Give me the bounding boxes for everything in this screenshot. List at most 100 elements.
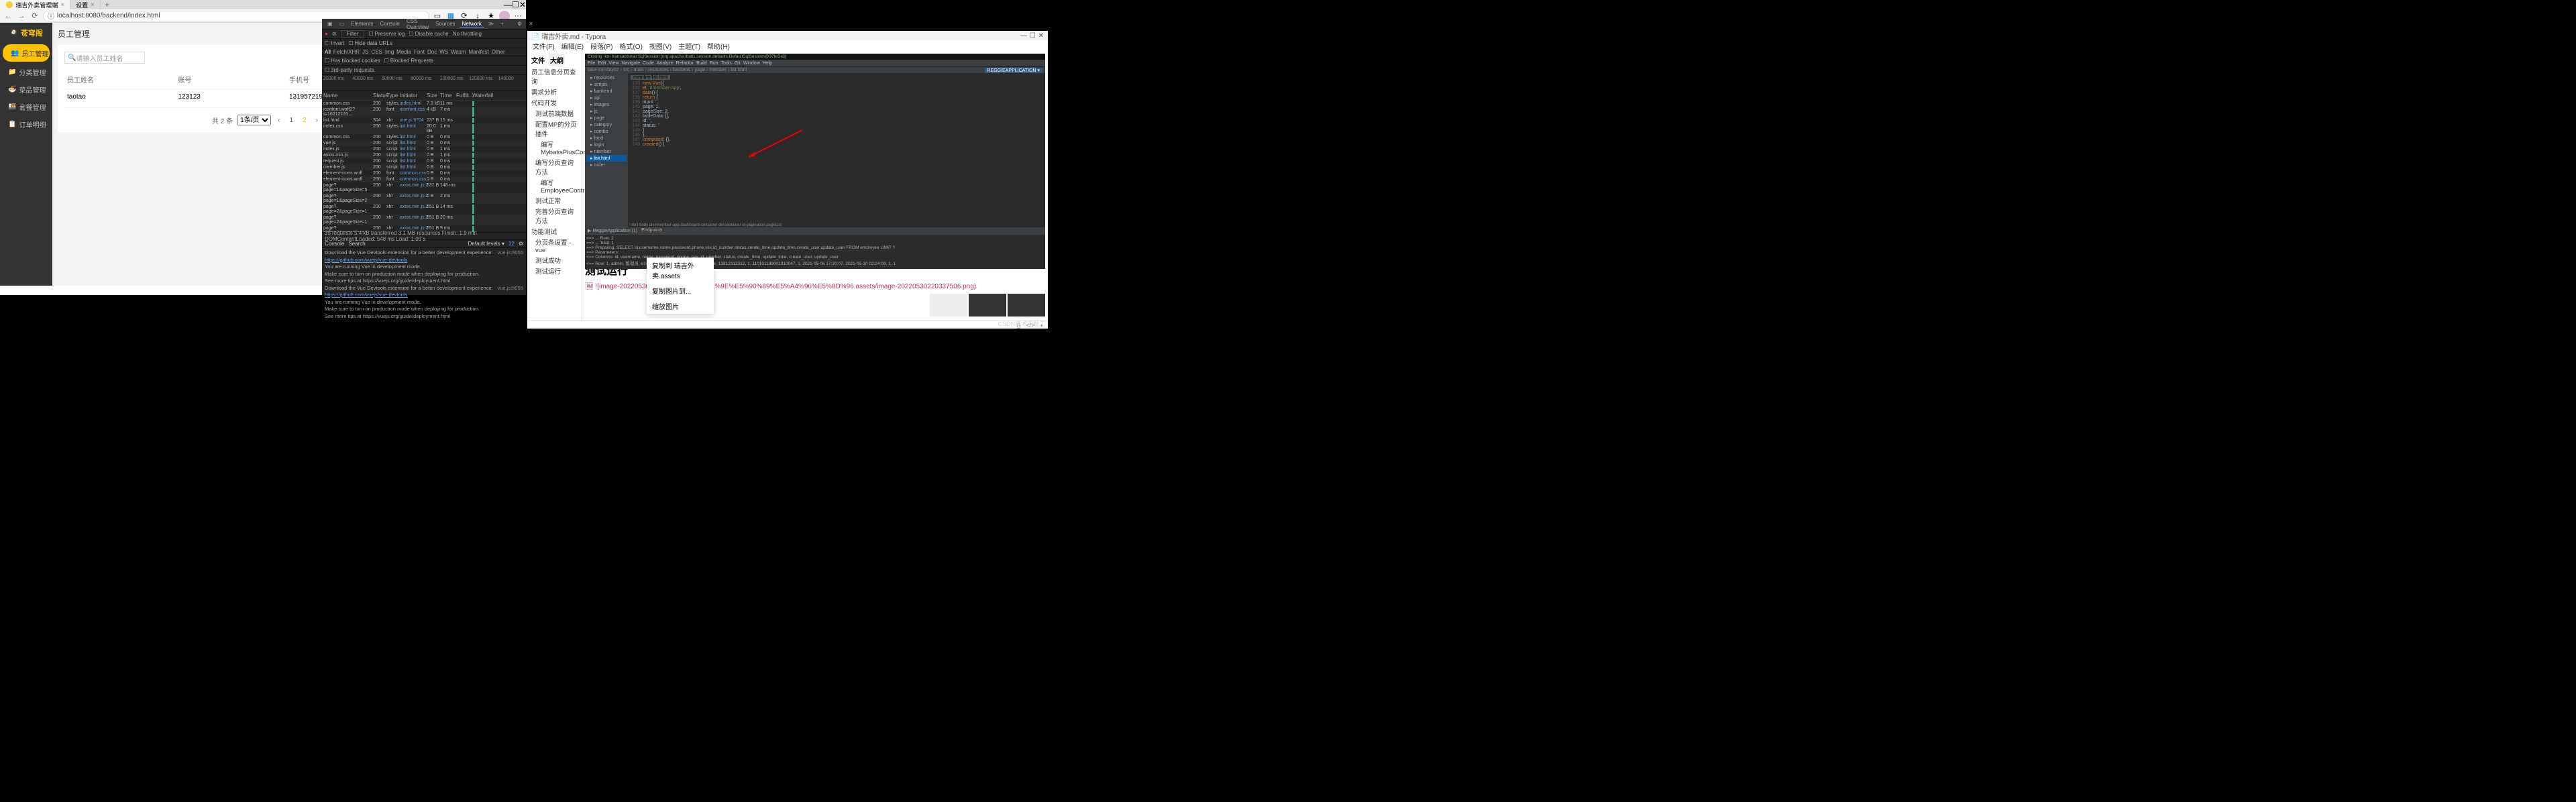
dt-tab[interactable]: Console: [377, 21, 402, 27]
clear-button[interactable]: ⊘: [332, 31, 337, 37]
filter-other[interactable]: Other: [492, 49, 505, 55]
search-tab[interactable]: Search: [348, 241, 365, 247]
outline-tab-files[interactable]: 文件: [530, 54, 546, 66]
editor-area[interactable]: Closing non transactional SqlSession [or…: [582, 51, 1048, 321]
menu-item[interactable]: 帮助(H): [704, 41, 733, 51]
outline-item[interactable]: 分页条设置 - vue: [530, 237, 579, 255]
menu-item[interactable]: 复制图片到...: [647, 283, 714, 298]
network-row[interactable]: page?page=1&pageSize=5200xhraxios.min.js…: [322, 182, 526, 193]
preserve-log-check[interactable]: ☐ Preserve log: [368, 31, 405, 37]
outline-item[interactable]: 编写EmployeeController: [530, 177, 579, 195]
thumbnail[interactable]: [1008, 294, 1045, 317]
network-row[interactable]: request.js200scriptlist.html0 B0 ms: [322, 158, 526, 164]
inspect-icon[interactable]: ▣: [325, 21, 335, 27]
network-row[interactable]: index.js200scriptlist.html0 B1 ms: [322, 146, 526, 152]
dt-tab[interactable]: Elements: [348, 21, 376, 27]
dt-tab-more[interactable]: ≫: [486, 21, 496, 27]
menu-item[interactable]: 复制到 瑞吉外卖.assets: [647, 257, 714, 283]
info-icon[interactable]: ⓘ: [48, 11, 54, 21]
tab-2[interactable]: 设置×: [70, 0, 101, 9]
close-button[interactable]: ✕: [519, 0, 526, 9]
sidebar-item[interactable]: 🍜菜品管理: [0, 80, 52, 98]
page-2[interactable]: 2: [300, 115, 309, 125]
blocked-req-check[interactable]: ☐ Blocked Requests: [384, 58, 434, 64]
network-row[interactable]: member.js200scriptlist.html0 B0 ms: [322, 164, 526, 170]
close-icon[interactable]: ✕: [526, 21, 536, 27]
outline-item[interactable]: 测试成功: [530, 255, 579, 266]
outline-item[interactable]: 测试正常: [530, 195, 579, 206]
menu-item[interactable]: 段落(P): [588, 41, 615, 51]
filter-js[interactable]: JS: [362, 49, 368, 55]
issues-badge[interactable]: 12: [508, 241, 515, 247]
maximize-button[interactable]: ☐: [1030, 32, 1036, 40]
network-row[interactable]: common.css200styles...index.html7.3 kB11…: [322, 101, 526, 107]
back-button[interactable]: ←: [3, 11, 13, 21]
thumbnail[interactable]: [969, 294, 1006, 317]
maximize-button[interactable]: ☐: [512, 0, 519, 9]
network-row[interactable]: page?page=2&pageSize=1200xhraxios.min.js…: [322, 215, 526, 225]
sidebar-item[interactable]: 👥员工管理: [3, 44, 50, 62]
outline-item[interactable]: 编写MybatisPlusConfig: [530, 139, 579, 157]
filter-fetch/xhr[interactable]: Fetch/XHR: [333, 49, 360, 55]
outline-item[interactable]: 编写分页查询方法: [530, 157, 579, 177]
filter-media[interactable]: Media: [396, 49, 411, 55]
dt-tab-network[interactable]: Network: [460, 21, 484, 27]
blocked-cookies-check[interactable]: ☐ Has blocked cookies: [325, 58, 380, 64]
network-row[interactable]: axios.min.js200scriptlist.html0 B1 ms: [322, 152, 526, 158]
reload-button[interactable]: ⟳: [30, 11, 40, 21]
outline-item[interactable]: 功能测试: [530, 226, 579, 237]
outline-item[interactable]: 测试前端数据: [530, 108, 579, 119]
page-1[interactable]: 1: [287, 115, 297, 125]
menu-item[interactable]: 缩放图片: [647, 298, 714, 314]
settings-icon[interactable]: ⚙: [519, 241, 523, 247]
filter-wasm[interactable]: Wasm: [451, 49, 466, 55]
filter-img[interactable]: Img: [385, 49, 394, 55]
menu-item[interactable]: 格式(O): [616, 41, 645, 51]
network-row[interactable]: common.css200styles...list.html0 B0 ms: [322, 134, 526, 140]
menu-item[interactable]: 主题(T): [676, 41, 703, 51]
settings-icon[interactable]: ⚙: [515, 21, 525, 27]
outline-item[interactable]: 配置MP的分页插件: [530, 119, 579, 139]
prev-page[interactable]: ‹: [275, 115, 282, 125]
outline-item[interactable]: 测试运行: [530, 266, 579, 276]
dt-tab[interactable]: CSS Overview: [404, 18, 431, 30]
network-row[interactable]: page?page=2&pageSize=1200xhraxios.min.js…: [322, 204, 526, 215]
menu-item[interactable]: 文件(F): [530, 41, 557, 51]
network-row[interactable]: vue.js200scriptlist.html0 B0 ms: [322, 140, 526, 146]
network-row[interactable]: element-icons.woff200fontcommon.css0 B0 …: [322, 170, 526, 176]
page-size-select[interactable]: 1条/页: [237, 115, 271, 125]
filter-all[interactable]: All: [325, 49, 331, 55]
filter-ws[interactable]: WS: [439, 49, 448, 55]
sidebar-item[interactable]: 📁分类管理: [0, 63, 52, 80]
sidebar-item[interactable]: 📋订单明细: [0, 115, 52, 133]
device-icon[interactable]: ▭: [337, 21, 347, 27]
menu-item[interactable]: 编辑(E): [559, 41, 586, 51]
dt-tab-add[interactable]: +: [498, 21, 506, 27]
network-row[interactable]: iconfont.woff2?t=16212131...200fonticonf…: [322, 107, 526, 117]
close-button[interactable]: ✕: [1038, 32, 1044, 40]
filter-input[interactable]: Filter: [341, 30, 365, 38]
close-icon[interactable]: ×: [60, 1, 64, 9]
search-input[interactable]: 🔍 请输入员工姓名: [64, 52, 145, 64]
network-row[interactable]: page?page=1&pageSize=2200xhraxios.min.js…: [322, 193, 526, 204]
outline-item[interactable]: 需求分析: [530, 87, 579, 97]
disable-cache-check[interactable]: ☐ Disable cache: [409, 31, 448, 37]
forward-button[interactable]: →: [16, 11, 27, 21]
invert-check[interactable]: ☐ Invert: [325, 40, 344, 46]
filter-doc[interactable]: Doc: [427, 49, 437, 55]
new-tab-button[interactable]: +: [101, 0, 113, 9]
filter-manifest[interactable]: Manifest: [468, 49, 488, 55]
console-tab[interactable]: Console: [325, 241, 344, 247]
levels-select[interactable]: Default levels ▾: [468, 241, 504, 247]
throttling-select[interactable]: No throttling: [453, 31, 482, 37]
outline-item[interactable]: 完善分页查询方法: [530, 206, 579, 226]
outline-tab-outline[interactable]: 大纲: [549, 54, 565, 66]
outline-item[interactable]: 员工信息分页查询: [530, 66, 579, 87]
close-icon[interactable]: ×: [91, 1, 95, 9]
sidebar-item[interactable]: 🍱套餐管理: [0, 98, 52, 115]
menu-item[interactable]: 视图(V): [647, 41, 674, 51]
minimize-button[interactable]: —: [1020, 32, 1027, 40]
thumbnail[interactable]: [930, 294, 967, 317]
third-party-check[interactable]: ☐ 3rd-party requests: [325, 67, 374, 73]
network-row[interactable]: list.html304xhrvue.js:9704237 B15 ms: [322, 117, 526, 123]
